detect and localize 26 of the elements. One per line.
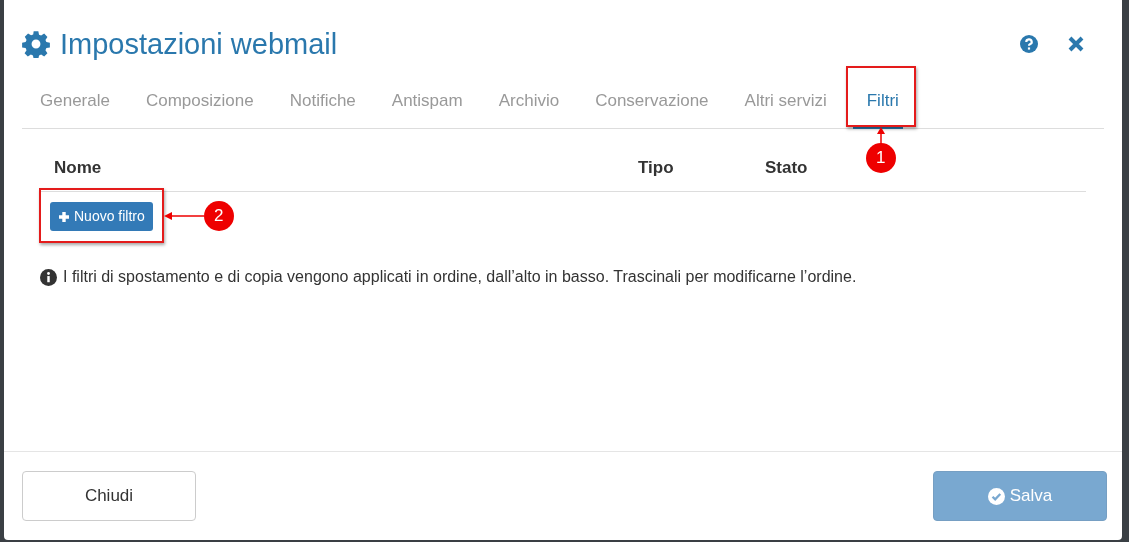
gear-icon [22, 30, 50, 58]
tab[interactable]: Altri servizi [726, 72, 845, 129]
info-text: I filtri di spostamento e di copia vengono applicati in ordine, dall’alto in basso. Trascinali per modificarne l’ordine. [63, 267, 857, 287]
check-circle-icon [987, 487, 1005, 505]
tab[interactable]: Notifiche [271, 72, 374, 129]
new-filter-button[interactable]: Nuovo filtro [50, 202, 153, 231]
callout-arrow [163, 210, 204, 221]
callout-number: 2 [203, 200, 234, 231]
close-icon[interactable] [1068, 36, 1084, 52]
dialog-title: Impostazioni webmail [60, 26, 338, 62]
column-header: Stato [765, 158, 808, 178]
column-header: Tipo [638, 158, 674, 178]
plus-icon [58, 210, 70, 223]
tab[interactable]: Conservazione [577, 72, 727, 129]
callout-arrow [875, 127, 886, 145]
tab[interactable]: Filtri [848, 72, 917, 129]
column-header: Nome [54, 158, 102, 178]
tab[interactable]: Composizione [127, 72, 272, 129]
callout-number: 1 [865, 143, 896, 173]
tab[interactable]: Generale [22, 72, 128, 129]
close-button[interactable]: Chiudi [22, 471, 196, 521]
info-icon [40, 268, 57, 286]
tab[interactable]: Antispam [373, 72, 481, 129]
help-icon[interactable] [1020, 35, 1038, 53]
highlight-frame [845, 66, 916, 127]
tab[interactable]: Archivio [480, 72, 578, 129]
